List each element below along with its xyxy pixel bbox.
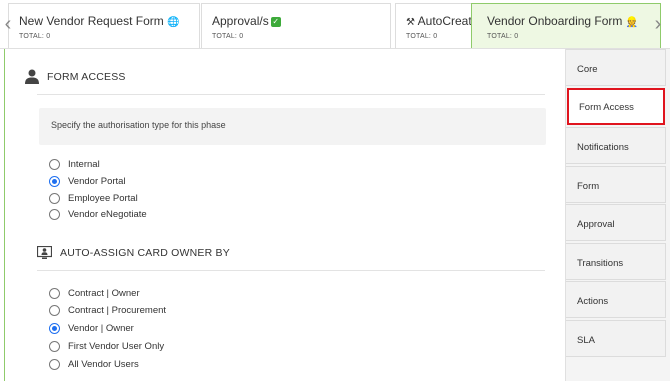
radio-label: Vendor eNegotiate: [68, 208, 147, 220]
side-menu-transitions[interactable]: Transitions: [566, 243, 666, 280]
radio-internal[interactable]: Internal: [49, 157, 100, 171]
phase-total: TOTAL: 0: [406, 33, 438, 40]
side-menu-core[interactable]: Core: [566, 49, 666, 86]
phase-tab-vendor-onboarding[interactable]: Vendor Onboarding Form 👷 TOTAL: 0: [471, 3, 661, 48]
settings-panel: FORM ACCESS Specify the authorisation ty…: [4, 49, 564, 381]
phase-tab-approvals[interactable]: Approval/s ✓ TOTAL: 0: [201, 3, 391, 48]
radio-label: Employee Portal: [68, 192, 138, 204]
worker-icon: 👷: [625, 17, 639, 28]
radio-button[interactable]: [49, 175, 60, 187]
radio-button[interactable]: [49, 208, 60, 220]
chevron-right-icon[interactable]: ›: [652, 0, 664, 48]
radio-button[interactable]: [49, 304, 60, 316]
radio-contract-procurement[interactable]: Contract | Procurement: [49, 303, 166, 317]
radio-contract-owner[interactable]: Contract | Owner: [49, 286, 140, 300]
phase-total: TOTAL: 0: [212, 33, 244, 40]
section-title: AUTO-ASSIGN CARD OWNER BY: [60, 247, 230, 259]
tools-icon: ⚒: [406, 17, 415, 28]
side-menu-sla[interactable]: SLA: [566, 320, 666, 357]
form-access-header: FORM ACCESS: [25, 69, 126, 84]
phase-name: New Vendor Request Form 🌐: [19, 14, 180, 28]
radio-all-vendor-users[interactable]: All Vendor Users: [49, 357, 139, 371]
radio-vendor-enegotiate[interactable]: Vendor eNegotiate: [49, 207, 147, 221]
radio-label: Internal: [68, 158, 100, 170]
radio-vendor-portal[interactable]: Vendor Portal: [49, 174, 126, 188]
settings-side-menu: Core Form Access Notifications Form Appr…: [565, 49, 670, 381]
phase-name: ⚒ AutoCreate V: [406, 14, 473, 28]
radio-button[interactable]: [49, 358, 60, 370]
phase-total: TOTAL: 0: [19, 33, 51, 40]
side-menu-approval[interactable]: Approval: [566, 204, 666, 241]
side-menu-form-access[interactable]: Form Access: [567, 88, 665, 125]
side-menu-form[interactable]: Form: [566, 166, 666, 203]
info-box: Specify the authorisation type for this …: [39, 108, 546, 145]
radio-label: Vendor | Owner: [68, 322, 134, 334]
radio-button[interactable]: [49, 287, 60, 299]
radio-employee-portal[interactable]: Employee Portal: [49, 191, 138, 205]
chevron-left-icon[interactable]: ‹: [2, 0, 14, 48]
phase-tabs: ‹ New Vendor Request Form 🌐 TOTAL: 0 App…: [0, 0, 670, 49]
radio-button[interactable]: [49, 340, 60, 352]
radio-button[interactable]: [49, 322, 60, 334]
monitor-user-icon: [37, 246, 52, 259]
user-icon: [25, 69, 39, 84]
phase-name: Vendor Onboarding Form 👷: [487, 14, 639, 28]
phase-tab-autocreate[interactable]: ⚒ AutoCreate V TOTAL: 0: [395, 3, 473, 48]
section-title: FORM ACCESS: [47, 70, 126, 83]
check-icon: ✓: [270, 17, 281, 27]
radio-first-vendor-user[interactable]: First Vendor User Only: [49, 339, 164, 353]
side-menu-actions[interactable]: Actions: [566, 281, 666, 318]
divider: [37, 270, 545, 271]
radio-label: All Vendor Users: [68, 358, 139, 370]
radio-button[interactable]: [49, 158, 60, 170]
auto-assign-header: AUTO-ASSIGN CARD OWNER BY: [37, 246, 230, 260]
side-menu-notifications[interactable]: Notifications: [566, 127, 666, 164]
radio-vendor-owner[interactable]: Vendor | Owner: [49, 321, 134, 335]
radio-button[interactable]: [49, 192, 60, 204]
radio-label: First Vendor User Only: [68, 340, 165, 352]
radio-label: Vendor Portal: [68, 175, 126, 187]
divider: [37, 94, 545, 95]
phase-total: TOTAL: 0: [487, 33, 519, 40]
phase-name: Approval/s ✓: [212, 14, 281, 28]
radio-label: Contract | Owner: [68, 287, 140, 299]
radio-label: Contract | Procurement: [68, 304, 167, 316]
phase-tab-new-vendor-request[interactable]: New Vendor Request Form 🌐 TOTAL: 0: [8, 3, 200, 48]
globe-icon: 🌐: [167, 17, 180, 28]
